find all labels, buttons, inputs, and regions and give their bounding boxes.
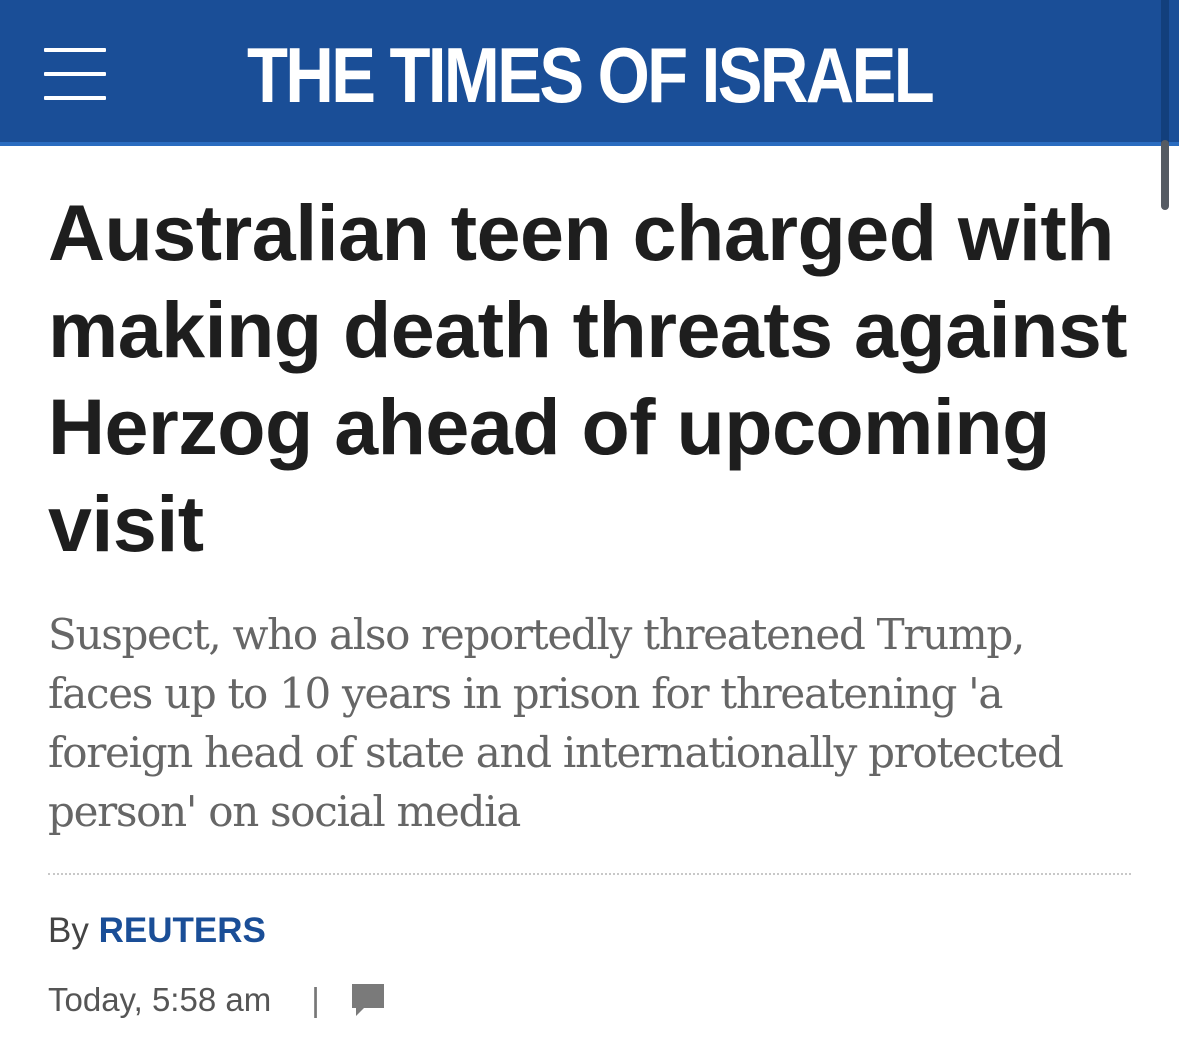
publish-time: Today, 5:58 am <box>48 981 272 1018</box>
article-meta: Today, 5:58 am | <box>48 976 386 1024</box>
byline: By REUTERS <box>48 908 266 954</box>
author-link[interactable]: REUTERS <box>99 911 266 950</box>
site-header: THE TIMES OF ISRAEL <box>0 0 1179 146</box>
dotted-divider <box>48 873 1131 875</box>
site-logo[interactable]: THE TIMES OF ISRAEL <box>83 30 1097 120</box>
scrollbar-thumb[interactable] <box>1161 140 1169 210</box>
byline-prefix: By <box>48 911 89 950</box>
meta-separator: | <box>311 981 320 1018</box>
article-headline: Australian teen charged with making deat… <box>48 188 1128 568</box>
article-subheadline: Suspect, who also reportedly threatened … <box>48 610 1064 836</box>
comment-bubble-icon[interactable] <box>350 982 386 1018</box>
scrollbar-track <box>1161 0 1169 146</box>
